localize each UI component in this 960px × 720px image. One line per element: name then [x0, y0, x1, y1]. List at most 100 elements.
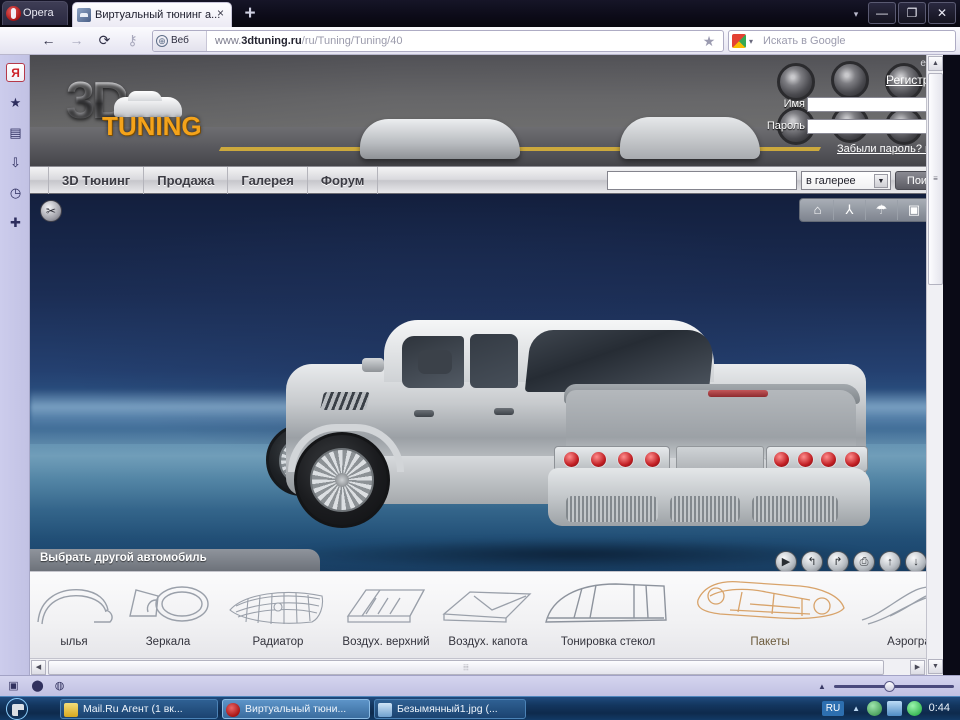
tray-clock[interactable]: 0:44: [929, 702, 950, 714]
key-icon[interactable]: ⚷: [122, 31, 143, 51]
page-viewport: 3D TUNING eng Регистрац Имя Пароль Забыл…: [30, 55, 943, 675]
part-item-roof-vent[interactable]: Воздух. верхний: [332, 576, 440, 664]
language-indicator[interactable]: RU: [822, 701, 844, 716]
site-search-scope-select[interactable]: в галерее ▼: [801, 171, 891, 190]
maximize-button[interactable]: ❐: [898, 2, 926, 24]
browser-search-box[interactable]: ▾ Искать в Google: [728, 30, 956, 52]
taskbar-button-mailru[interactable]: Mail.Ru Агент (1 вк...: [60, 699, 218, 719]
page-horizontal-scrollbar[interactable]: ◀ ⦙⦙⦙ ▶: [30, 658, 926, 675]
page-vertical-scrollbar[interactable]: ▲ ≡ ▼: [926, 55, 943, 675]
horizontal-scroll-thumb[interactable]: ⦙⦙⦙: [48, 660, 884, 675]
nav-item-tuning[interactable]: 3D Тюнинг: [48, 167, 144, 195]
tab-favicon-icon: [77, 8, 91, 22]
rear-wheel: [294, 432, 390, 528]
car-3d-canvas[interactable]: ✂ ⌂ ⅄ ☂ ▣: [30, 194, 943, 579]
tab-title: Виртуальный тюнинг а...: [95, 9, 220, 21]
part-item-radiator[interactable]: Радиатор: [224, 576, 332, 664]
minimize-button[interactable]: —: [868, 2, 896, 24]
address-bar[interactable]: ⊕ Веб www.3dtuning.ru/ru/Tuning/Tuning/4…: [152, 30, 724, 52]
part-label: Радиатор: [218, 636, 338, 648]
taskbar-button-image[interactable]: Безымянный1.jpg (...: [374, 699, 526, 719]
part-label: Тонировка стекол: [548, 636, 668, 648]
chevron-down-icon[interactable]: ▼: [874, 174, 888, 188]
panel-bookmarks-star-icon[interactable]: ★: [6, 93, 25, 112]
part-item-body-kit[interactable]: Пакеты: [690, 576, 850, 664]
home-icon[interactable]: ⌂: [802, 200, 834, 220]
site-nav: 3D Тюнинг Продажа Галерея Форум в галере…: [30, 166, 943, 194]
car-model-render[interactable]: [266, 306, 886, 579]
forward-button[interactable]: →: [66, 31, 87, 51]
browser-navbar: ← → ⟳ ⚷ ⊕ Веб www.3dtuning.ru/ru/Tuning/…: [0, 27, 960, 55]
parts-carousel[interactable]: ылья Зеркала: [30, 571, 943, 665]
nav-item-forum[interactable]: Форум: [308, 167, 378, 195]
opera-status-bar: ▣ ⬤ ◍ ▲: [0, 675, 960, 696]
part-item-hood-vent[interactable]: Воздух. капота: [434, 576, 542, 664]
choose-car-label: Выбрать другой автомобиль: [40, 552, 207, 564]
part-item-window-tint[interactable]: Тонировка стекол: [538, 576, 678, 664]
drop2-icon[interactable]: ◍: [52, 679, 67, 694]
opera-icon: [226, 703, 240, 717]
windows-taskbar: Mail.Ru Агент (1 вк... Виртуальный тюни.…: [0, 696, 960, 720]
scroll-right-arrow-icon[interactable]: ▶: [910, 660, 925, 675]
site-logo[interactable]: 3D TUNING: [66, 75, 246, 145]
choose-car-bar[interactable]: Выбрать другой автомобиль: [30, 549, 943, 571]
search-engine-caret-icon[interactable]: ▾: [749, 37, 753, 46]
opera-menu-button[interactable]: Opera: [2, 1, 68, 25]
scroll-left-arrow-icon[interactable]: ◀: [31, 660, 46, 675]
panel-downloads-icon[interactable]: ⇩: [6, 153, 25, 172]
bookmark-star-icon[interactable]: ★: [700, 32, 718, 50]
radiator-icon: [224, 576, 332, 634]
start-orb-button[interactable]: [6, 698, 28, 720]
part-item-mirrors[interactable]: Зеркала: [114, 576, 222, 664]
globe-icon: ⊕: [156, 35, 168, 47]
tray-expand-caret-icon[interactable]: ▲: [852, 704, 860, 713]
image-icon: [378, 703, 392, 717]
login-name-input[interactable]: [807, 97, 943, 112]
hood-vent-icon: [434, 576, 542, 634]
taskbar-button-opera[interactable]: Виртуальный тюни...: [222, 699, 370, 719]
opera-menu-label: Opera: [23, 7, 54, 19]
part-label: Зеркала: [108, 636, 228, 648]
google-icon: [732, 34, 746, 48]
close-button[interactable]: ✕: [928, 2, 956, 24]
reload-button[interactable]: ⟳: [94, 31, 115, 51]
nav-item-gallery[interactable]: Галерея: [228, 167, 308, 195]
antivirus-tray-icon[interactable]: [907, 701, 922, 716]
window-tint-icon: [538, 576, 678, 634]
back-button[interactable]: ←: [38, 31, 59, 51]
tab-close-icon[interactable]: ×: [214, 7, 227, 20]
page-icon[interactable]: ▣: [6, 679, 21, 694]
panel-yandex-icon[interactable]: Я: [6, 63, 25, 82]
scroll-down-arrow-icon[interactable]: ▼: [928, 659, 943, 674]
paint-tool-icon[interactable]: ☂: [866, 200, 898, 220]
drop-icon[interactable]: ⬤: [30, 679, 45, 694]
zoom-caret-icon[interactable]: ▲: [818, 682, 826, 691]
window-menu-caret-icon[interactable]: ▾: [846, 2, 866, 24]
site-nav-links: 3D Тюнинг Продажа Галерея Форум: [48, 167, 378, 195]
vertical-scroll-thumb[interactable]: ≡: [928, 73, 943, 285]
zoom-slider-knob[interactable]: [884, 681, 895, 692]
zoom-slider[interactable]: ▲: [834, 681, 954, 692]
url-domain: 3dtuning.ru: [241, 35, 302, 47]
logo-tuning-text: TUNING: [102, 113, 202, 139]
url-prefix: www.: [215, 35, 241, 47]
browser-tab[interactable]: Виртуальный тюнинг а... ×: [72, 2, 232, 27]
new-tab-button[interactable]: +: [240, 4, 260, 24]
site-search-input[interactable]: [607, 171, 797, 190]
scroll-up-arrow-icon[interactable]: ▲: [928, 56, 943, 71]
panel-history-clock-icon[interactable]: ◷: [6, 183, 25, 202]
roof-vent-icon: [332, 576, 440, 634]
panel-add-icon[interactable]: ✚: [6, 213, 25, 232]
nav-item-sale[interactable]: Продажа: [144, 167, 228, 195]
url-badge-label: Веб: [171, 35, 189, 46]
mailru-agent-tray-icon[interactable]: [867, 701, 882, 716]
login-password-input[interactable]: [807, 119, 943, 134]
mail-icon: [64, 703, 78, 717]
settings-tools-icon[interactable]: ✂: [40, 200, 62, 222]
shape-tool-icon[interactable]: ⅄: [834, 200, 866, 220]
opera-side-panel: Я ★ ▤ ⇩ ◷ ✚: [0, 55, 30, 675]
taskbar-button-label: Безымянный1.jpg (...: [397, 703, 498, 715]
window-controls: ▾ — ❐ ✕: [846, 2, 956, 24]
panel-notes-icon[interactable]: ▤: [6, 123, 25, 142]
network-tray-icon[interactable]: [887, 701, 902, 716]
